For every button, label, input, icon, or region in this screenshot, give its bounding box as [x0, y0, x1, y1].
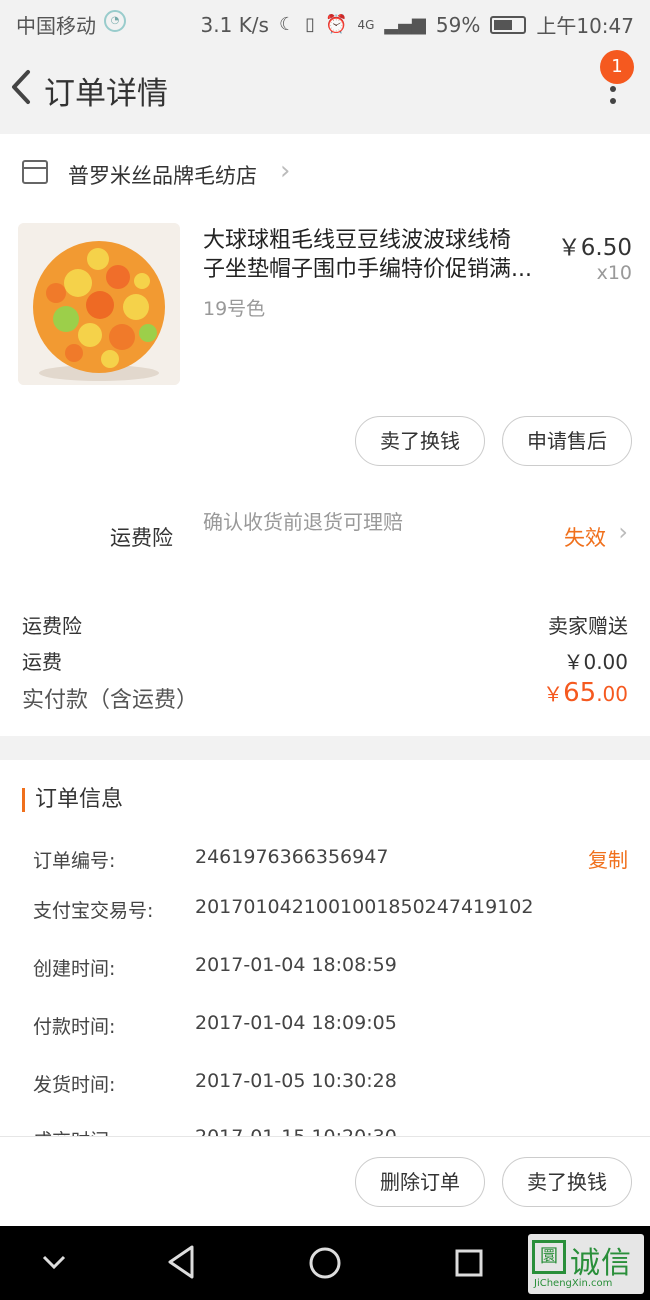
info-label: 支付宝交易号: — [33, 900, 154, 922]
info-label: 订单编号: — [33, 850, 116, 872]
back-triangle-icon[interactable] — [166, 1244, 196, 1280]
moon-icon: ☾ — [278, 14, 296, 35]
battery-percent: 59% — [435, 12, 481, 37]
sell-for-cash-button[interactable]: 卖了换钱 — [502, 1157, 632, 1207]
info-label: 创建时间: — [33, 958, 116, 980]
fee-value: 卖家赠送 — [548, 614, 628, 638]
info-label: 付款时间: — [33, 1016, 116, 1038]
page-title: 订单详情 — [44, 76, 168, 112]
fee-row: 运费 ￥0.00 — [22, 646, 628, 675]
back-button[interactable] — [6, 64, 36, 110]
fee-label: 运费 — [22, 650, 62, 674]
header-bar: 订单详情 1 — [0, 44, 650, 132]
carrier-name: 中国移动 — [16, 14, 96, 38]
watermark-logo: 圜 诚信 JiChengXin.com — [528, 1234, 644, 1294]
clock: 上午10:47 — [536, 14, 634, 38]
insurance-status[interactable]: 失效 — [564, 522, 606, 552]
alarm-icon: ⏰ — [325, 14, 348, 35]
shop-icon — [22, 160, 48, 184]
fee-label: 运费险 — [22, 614, 82, 638]
info-value: 2017-01-04 18:09:05 — [195, 1012, 397, 1034]
info-value: 2017-01-15 10:20:30 — [195, 1126, 397, 1136]
fee-value: ￥0.00 — [563, 650, 628, 674]
watermark-mark: 圜 — [532, 1240, 566, 1274]
total-amount: ￥65.00 — [543, 678, 628, 708]
chevron-left-icon — [12, 70, 30, 104]
after-sale-button[interactable]: 申请售后 — [502, 416, 632, 466]
info-value: 2017-01-05 10:30:28 — [195, 1070, 397, 1092]
sell-for-cash-button[interactable]: 卖了换钱 — [355, 416, 485, 466]
info-value: 2017-01-04 18:08:59 — [195, 954, 397, 976]
insurance-label: 运费险 — [110, 526, 173, 550]
delete-order-button[interactable]: 删除订单 — [355, 1157, 485, 1207]
order-info-card: 订单信息 复制 订单编号: 2461976366356947 支付宝交易号: 2… — [0, 760, 650, 1136]
watermark-text: 诚信 — [570, 1246, 632, 1281]
copy-button[interactable]: 复制 — [588, 844, 628, 873]
order-info-title: 订单信息 — [22, 788, 123, 812]
insurance-description: 确认收货前退货可理赔 — [203, 510, 403, 534]
signal-icon: 4G — [357, 17, 375, 32]
battery-icon — [490, 15, 527, 34]
product-title-line: 子坐垫帽子围巾手编特价促销满... — [203, 257, 532, 282]
recents-square-icon[interactable] — [454, 1248, 484, 1278]
vibrate-icon: ▯ — [305, 14, 316, 35]
total-row: 实付款（含运费） ￥65.00 — [22, 678, 628, 714]
product-quantity: x10 — [596, 262, 632, 284]
signal-bars-icon: ▂▄▆ — [384, 14, 426, 35]
info-label: 发货时间: — [33, 1074, 116, 1096]
order-item-card: 普罗米丝品牌毛纺店 › 大球球粗毛线豆豆线波波球线椅 子坐垫帽子围巾手编特价促销… — [0, 134, 650, 736]
bottom-action-bar: 删除订单 卖了换钱 — [0, 1136, 650, 1226]
chevron-right-icon: › — [618, 518, 628, 546]
product-image[interactable] — [18, 223, 180, 385]
watermark-subtext: JiChengXin.com — [534, 1278, 613, 1289]
chevron-down-icon[interactable] — [40, 1252, 68, 1272]
info-value: 2017010421001001850247419102 — [195, 896, 534, 918]
network-speed: 3.1 K/s — [200, 12, 269, 37]
status-indicators: 3.1 K/s ☾ ▯ ⏰ 4G ▂▄▆ 59% 上午10:47 — [201, 10, 634, 39]
product-sku: 19号色 — [203, 298, 266, 320]
total-label: 实付款（含运费） — [22, 688, 199, 713]
status-bar: 中国移动 ◔ 3.1 K/s ☾ ▯ ⏰ 4G ▂▄▆ 59% 上午10:47 — [0, 0, 650, 44]
chevron-right-icon: › — [280, 156, 291, 186]
system-nav-bar: 圜 诚信 JiChengXin.com — [0, 1226, 650, 1300]
info-value: 2461976366356947 — [195, 846, 389, 868]
hd-call-icon: ◔ — [104, 10, 126, 32]
product-title-line: 大球球粗毛线豆豆线波波球线椅 — [203, 228, 512, 253]
fee-row: 运费险 卖家赠送 — [22, 610, 628, 639]
product-title[interactable]: 大球球粗毛线豆豆线波波球线椅 子坐垫帽子围巾手编特价促销满... — [203, 226, 553, 284]
product-price: ￥6.50 — [557, 235, 632, 261]
info-label: 成交时间: — [33, 1126, 115, 1136]
shop-name: 普罗米丝品牌毛纺店 — [68, 164, 257, 188]
shop-row[interactable]: 普罗米丝品牌毛纺店 › — [0, 134, 650, 214]
notification-badge: 1 — [600, 50, 634, 84]
home-circle-icon[interactable] — [308, 1246, 342, 1280]
